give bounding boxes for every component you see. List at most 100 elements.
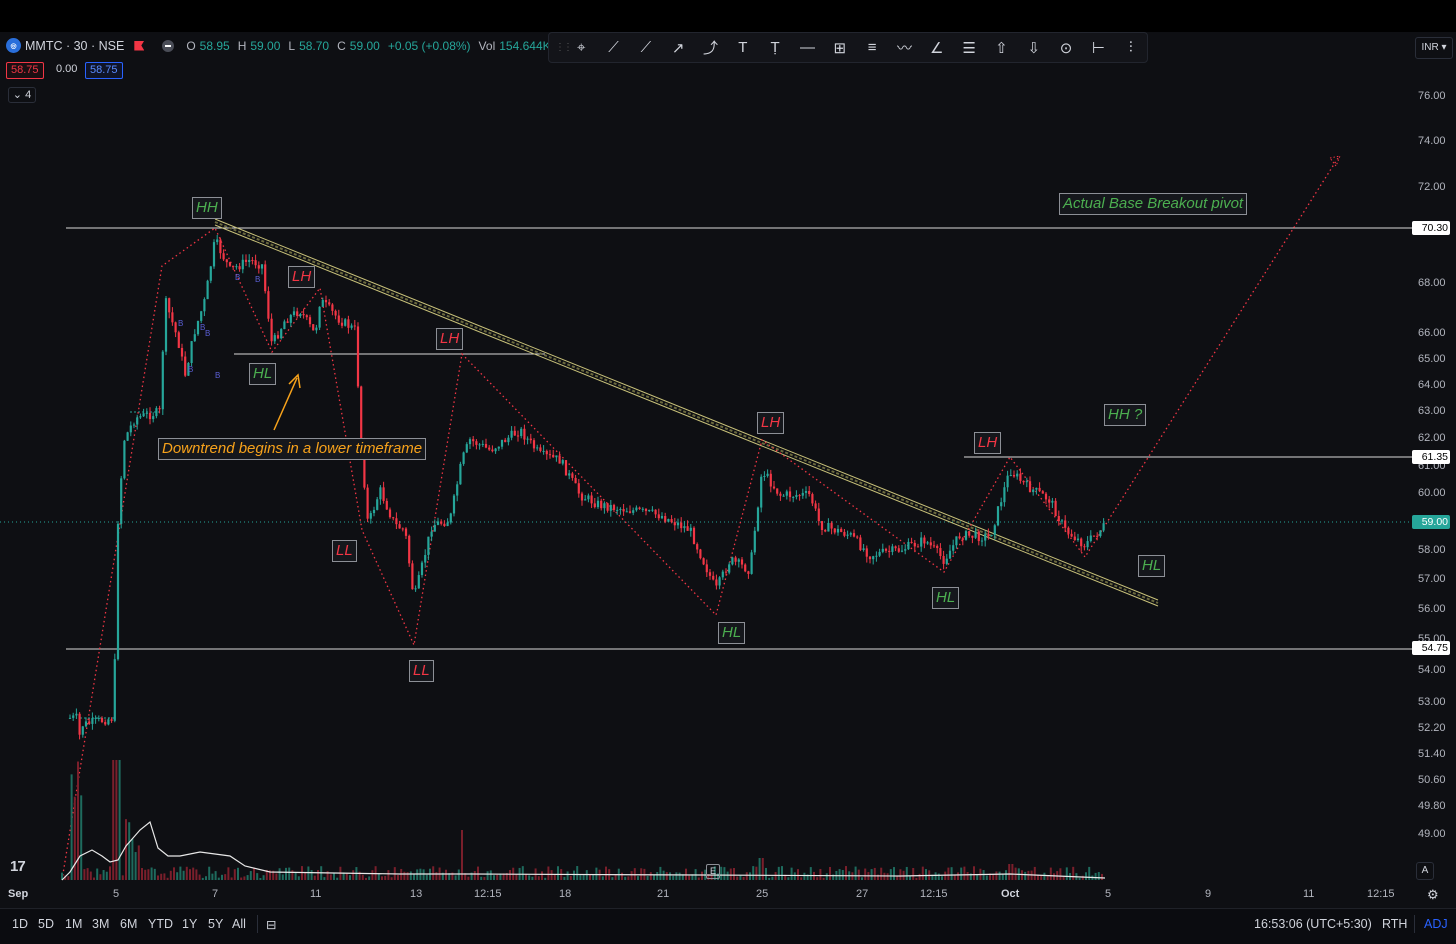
candle-body: [286, 321, 289, 323]
annotation-breakout-note[interactable]: Actual Base Breakout pivot: [1059, 193, 1248, 215]
currency-button[interactable]: INR ▾: [1415, 37, 1453, 59]
buy-price-badge[interactable]: 58.75: [85, 62, 123, 79]
annotation-hl[interactable]: HL: [932, 587, 960, 609]
hlines-icon[interactable]: ☰: [953, 35, 985, 61]
adj-toggle[interactable]: ADJ: [1424, 917, 1448, 931]
annotation-lh[interactable]: LH: [974, 432, 1002, 454]
candle-body: [88, 721, 91, 724]
annotation-hl[interactable]: HL: [249, 363, 277, 385]
volume-bar: [918, 873, 921, 880]
settings-gear-icon[interactable]: ⚙: [1427, 887, 1439, 903]
volume-label: Vol: [478, 38, 496, 53]
volume-bar: [950, 867, 953, 880]
timeframe-button[interactable]: 5D: [38, 917, 54, 931]
polyline-icon[interactable]: 〰: [888, 35, 920, 61]
indicators-collapse-button[interactable]: ⌄ 4: [8, 87, 36, 103]
volume-bar: [1027, 870, 1030, 880]
volume-bar: [240, 877, 243, 880]
annotation-ll[interactable]: LL: [332, 540, 357, 562]
volume-bar: [1049, 867, 1052, 880]
volume-bar: [179, 866, 182, 880]
timeframe-button[interactable]: 1M: [65, 917, 82, 931]
candle-body: [827, 522, 830, 532]
fib-icon[interactable]: ∠: [921, 35, 953, 61]
volume-bar: [249, 871, 252, 880]
buy-signal-marker: B: [178, 319, 183, 328]
arrow-up-icon[interactable]: ⇧: [985, 35, 1017, 61]
candle-body: [945, 558, 948, 564]
flag-icon[interactable]: [134, 40, 145, 51]
volume-bar: [803, 872, 806, 880]
candle-body: [574, 477, 577, 484]
annotation-lh[interactable]: LH: [436, 328, 464, 350]
annotation-downtrend-note[interactable]: Downtrend begins in a lower timeframe: [158, 438, 427, 460]
sell-price-badge[interactable]: 58.75: [6, 62, 44, 79]
price-level-label[interactable]: 70.30: [1412, 221, 1450, 235]
tradingview-logo-icon[interactable]: 17: [10, 858, 26, 875]
price-level-label[interactable]: 59.00: [1412, 515, 1450, 529]
indicators-count: 4: [25, 89, 32, 101]
timeframe-button[interactable]: YTD: [148, 917, 173, 931]
price-level-label[interactable]: 61.35: [1412, 450, 1450, 464]
path-icon[interactable]: ⤴: [694, 35, 726, 61]
volume-bar: [825, 873, 828, 880]
mmtc-logo-icon[interactable]: ◎: [6, 38, 21, 53]
annotation-hh-question[interactable]: HH ?: [1104, 404, 1147, 426]
crosshair-icon[interactable]: ⊞: [824, 35, 856, 61]
candle-body: [638, 507, 641, 510]
volume-bar: [963, 866, 966, 880]
annotation-lh[interactable]: LH: [288, 266, 316, 288]
volume-bar: [857, 869, 860, 880]
price-level-label[interactable]: 54.75: [1412, 641, 1450, 655]
timeframe-button[interactable]: 5Y: [208, 917, 223, 931]
volume-bar: [566, 871, 569, 880]
annotation-hl[interactable]: HL: [1138, 555, 1166, 577]
time-axis[interactable]: [0, 882, 1456, 908]
time-tick-label: Oct: [1001, 888, 1020, 900]
parallel-channel-icon[interactable]: ≡: [856, 35, 888, 61]
arrow-icon[interactable]: ↗: [662, 35, 694, 61]
more-tools-icon[interactable]: ⫶: [1115, 35, 1147, 61]
price-tick-label: 66.00: [1418, 327, 1446, 339]
timeframe-button[interactable]: 1D: [12, 917, 28, 931]
time-tick-label: 5: [113, 888, 120, 900]
candle-body: [452, 495, 456, 514]
horizontal-line-icon[interactable]: —: [791, 35, 823, 61]
candle-body: [660, 516, 664, 519]
eye-icon[interactable]: [162, 39, 175, 52]
volume-bar: [473, 871, 476, 880]
annotation-ll[interactable]: LL: [409, 660, 434, 682]
trend-line-icon[interactable]: ⟋: [597, 35, 629, 61]
candle-body: [795, 495, 798, 497]
volume-bar: [941, 876, 943, 880]
annotation-hl[interactable]: HL: [718, 622, 746, 644]
date-range-icon[interactable]: ⊢: [1082, 35, 1114, 61]
clock-readout[interactable]: 16:53:06 (UTC+5:30): [1254, 917, 1372, 931]
candle-body: [529, 438, 532, 441]
event-marker[interactable]: E: [706, 864, 720, 879]
timeframe-button[interactable]: All: [232, 917, 246, 931]
timeframe-button[interactable]: 1Y: [182, 917, 197, 931]
date-range-icon[interactable]: ⊟: [266, 917, 276, 932]
drag-handle-icon[interactable]: ⋮⋮: [555, 42, 573, 53]
cursor-icon[interactable]: ⌖: [565, 35, 597, 61]
measure-icon[interactable]: ⊙: [1050, 35, 1082, 61]
rth-toggle[interactable]: RTH: [1382, 917, 1407, 931]
candle-body: [276, 335, 280, 339]
volume-bar: [886, 873, 889, 880]
anchored-text-icon[interactable]: Ṭ: [759, 35, 791, 61]
timeframe-button[interactable]: 3M: [92, 917, 109, 931]
annotation-hh[interactable]: HH: [192, 197, 222, 219]
candle-body: [1044, 493, 1048, 500]
volume-bar: [889, 869, 892, 880]
candle-body: [216, 239, 219, 243]
volume-bar: [173, 867, 175, 880]
ray-icon[interactable]: ⟋: [630, 35, 662, 61]
auto-scale-button[interactable]: A: [1416, 862, 1434, 880]
timeframe-button[interactable]: 6M: [120, 917, 137, 931]
time-tick-label: 18: [559, 888, 572, 900]
arrow-down-icon[interactable]: ⇩: [1018, 35, 1050, 61]
annotation-lh[interactable]: LH: [757, 412, 785, 434]
symbol-title[interactable]: MMTC · 30 · NSE: [25, 39, 124, 53]
text-icon[interactable]: T: [727, 35, 759, 61]
